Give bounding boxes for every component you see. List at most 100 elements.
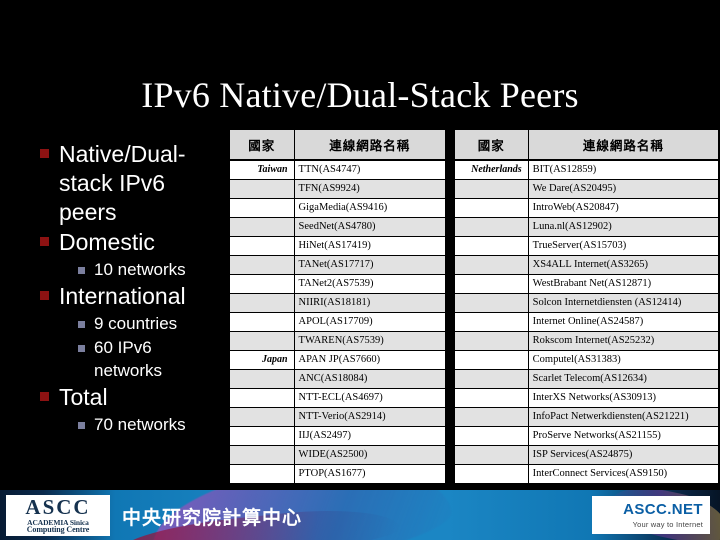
bullet-text: 70 networks xyxy=(94,415,186,434)
cell-country xyxy=(453,274,529,294)
list-item: International xyxy=(28,282,224,311)
slide-root: IPv6 Native/Dual-Stack Peers Native/Dual… xyxy=(0,0,720,540)
table-header-row: 國家 連線網路名稱 xyxy=(228,128,447,161)
cell-country: Japan xyxy=(228,350,295,370)
cell-country xyxy=(453,255,529,275)
cell-network: BIT(AS12859) xyxy=(527,159,720,180)
cell-country xyxy=(228,293,295,313)
cell-country xyxy=(228,198,295,218)
cell-country xyxy=(228,464,295,485)
table-header-row: 國家 連線網路名稱 xyxy=(453,128,720,161)
table-row: Japan APAN JP(AS7660) xyxy=(228,350,447,370)
table-row: TFN(AS9924) xyxy=(228,179,447,199)
cell-country xyxy=(453,445,529,465)
table-domestic-peers: 國家 連線網路名稱 Taiwan TTN(AS4747) TFN(AS9924) Gi… xyxy=(228,128,447,485)
table-row: HiNet(AS17419) xyxy=(228,236,447,256)
cell-country: Taiwan xyxy=(228,159,295,180)
cell-country xyxy=(453,217,529,237)
table-row: InterXS Networks(AS30913) xyxy=(453,388,720,408)
page-title: IPv6 Native/Dual-Stack Peers xyxy=(141,75,579,115)
table-row: TANet(AS17717) xyxy=(228,255,447,275)
cell-network: APAN JP(AS7660) xyxy=(293,350,447,370)
cell-network: PTOP(AS1677) xyxy=(293,464,447,485)
bullet-text: Domestic xyxy=(59,229,155,255)
table-row: NTT-Verio(AS2914) xyxy=(228,407,447,427)
cell-network: Computel(AS31383) xyxy=(527,350,720,370)
cell-network: ISP Services(AS24875) xyxy=(527,445,720,465)
cell-network: TANet2(AS7539) xyxy=(293,274,447,294)
bullet-square-icon xyxy=(40,149,49,158)
cell-network: HiNet(AS17419) xyxy=(293,236,447,256)
cell-network: TFN(AS9924) xyxy=(293,179,447,199)
cell-country xyxy=(228,274,295,294)
peers-tables: 國家 連線網路名稱 Taiwan TTN(AS4747) TFN(AS9924) Gi… xyxy=(228,128,720,485)
table-row: Taiwan TTN(AS4747) xyxy=(228,159,447,180)
cell-network: ANC(AS18084) xyxy=(293,369,447,389)
cell-country: Netherlands xyxy=(453,159,529,180)
cell-network: WestBrabant Net(AS12871) xyxy=(527,274,720,294)
cell-network: IntroWeb(AS20847) xyxy=(527,198,720,218)
table-row: WestBrabant Net(AS12871) xyxy=(453,274,720,294)
bullet-text: 10 networks xyxy=(94,260,186,279)
cell-country xyxy=(228,426,295,446)
table-row: IntroWeb(AS20847) xyxy=(453,198,720,218)
cell-country xyxy=(453,236,529,256)
ascc-logo: ASCC ACADEMIA Sinica Computing Centre xyxy=(6,495,110,536)
table-row: InfoPact Netwerkdiensten(AS21221) xyxy=(453,407,720,427)
table-body-left: Taiwan TTN(AS4747) TFN(AS9924) GigaMedia(AS… xyxy=(228,159,447,485)
table-row: Scarlet Telecom(AS12634) xyxy=(453,369,720,389)
cell-country xyxy=(228,407,295,427)
table-row: Internet Online(AS24587) xyxy=(453,312,720,332)
table-row: TWAREN(AS7539) xyxy=(228,331,447,351)
ascc-net-logo-text: ASCC.NET xyxy=(623,501,703,518)
cell-country xyxy=(453,464,529,485)
cell-network: Solcon Internetdiensten (AS12414) xyxy=(527,293,720,313)
cell-country xyxy=(453,369,529,389)
table-row: Solcon Internetdiensten (AS12414) xyxy=(453,293,720,313)
ascc-logo-subtitle-2: Computing Centre xyxy=(26,525,90,535)
list-item: 60 IPv6 networks xyxy=(28,336,224,382)
cell-network: TTN(AS4747) xyxy=(293,159,447,180)
cell-country xyxy=(453,293,529,313)
table-row: GigaMedia(AS9416) xyxy=(228,198,447,218)
table-row: InterConnect Services(AS9150) xyxy=(453,464,720,485)
cell-country xyxy=(228,217,295,237)
bullet-square-icon xyxy=(40,237,49,246)
cell-country xyxy=(453,331,529,351)
table-row: XS4ALL Internet(AS3265) xyxy=(453,255,720,275)
list-item: Total xyxy=(28,383,224,412)
list-item: Native/Dual-stack IPv6 peers xyxy=(28,140,224,227)
cell-network: Scarlet Telecom(AS12634) xyxy=(527,369,720,389)
cell-country xyxy=(453,407,529,427)
cell-country xyxy=(228,331,295,351)
bullet-text: International xyxy=(59,283,186,309)
table-row: Rokscom Internet(AS25232) xyxy=(453,331,720,351)
table-row: ANC(AS18084) xyxy=(228,369,447,389)
table-row: APOL(AS17709) xyxy=(228,312,447,332)
bullet-square-icon xyxy=(78,345,85,352)
ascc-net-tagline: Your way to Internet xyxy=(632,520,703,529)
table-row: NIIRI(AS18181) xyxy=(228,293,447,313)
bullet-square-icon xyxy=(78,267,85,274)
bullet-square-icon xyxy=(78,422,85,429)
cell-country xyxy=(453,350,529,370)
ascc-net-logo: ASCC.NET Your way to Internet xyxy=(592,496,710,534)
cell-network: InterXS Networks(AS30913) xyxy=(527,388,720,408)
cell-network: NTT-Verio(AS2914) xyxy=(293,407,447,427)
cell-country xyxy=(228,445,295,465)
cell-network: NTT-ECL(AS4697) xyxy=(293,388,447,408)
bullet-square-icon xyxy=(40,392,49,401)
organization-name-zh: 中央研究院計算中心 xyxy=(122,507,303,529)
bullet-text: Total xyxy=(59,384,108,410)
cell-country xyxy=(453,388,529,408)
cell-country xyxy=(228,236,295,256)
column-header-country: 國家 xyxy=(228,128,295,161)
table-row: NTT-ECL(AS4697) xyxy=(228,388,447,408)
table-row: We Dare(AS20495) xyxy=(453,179,720,199)
list-item: Domestic xyxy=(28,228,224,257)
cell-network: SeedNet(AS4780) xyxy=(293,217,447,237)
cell-network: InterConnect Services(AS9150) xyxy=(527,464,720,485)
bullet-list: Native/Dual-stack IPv6 peers Domestic 10… xyxy=(28,140,224,437)
cell-network: TWAREN(AS7539) xyxy=(293,331,447,351)
bullet-text: 9 countries xyxy=(94,314,178,333)
